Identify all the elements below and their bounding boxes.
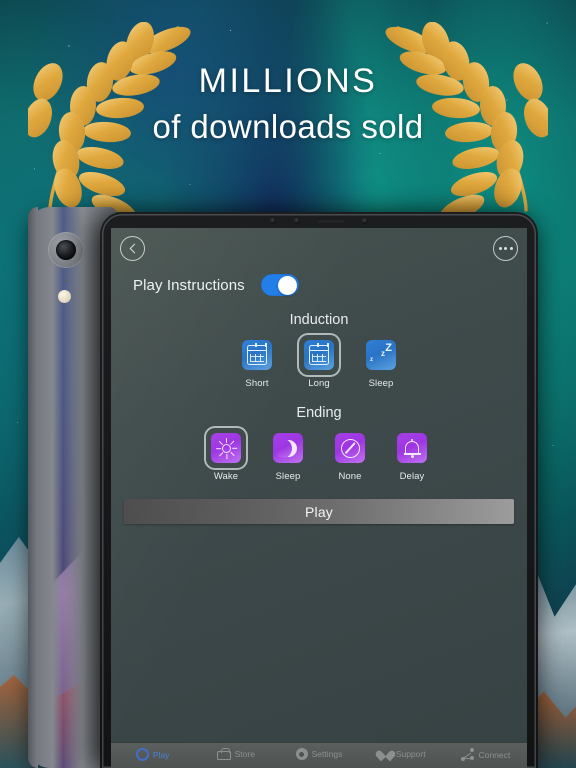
sun-icon bbox=[211, 433, 241, 463]
tab-play[interactable]: Play bbox=[111, 748, 194, 761]
hero-banner: MILLIONS of downloads sold bbox=[0, 0, 576, 212]
ending-option-sleep[interactable]: Sleep bbox=[265, 428, 311, 482]
tab-connect[interactable]: Connect bbox=[444, 748, 527, 761]
chevron-left-icon bbox=[129, 243, 139, 254]
ending-delay-label: Delay bbox=[399, 471, 425, 482]
induction-short-label: Short bbox=[245, 378, 269, 389]
front-camera-array bbox=[100, 217, 538, 225]
moon-icon bbox=[273, 433, 303, 463]
play-instructions-row: Play Instructions bbox=[111, 268, 527, 296]
camera-glass bbox=[56, 240, 76, 260]
ending-wake-label: Wake bbox=[213, 471, 239, 482]
ending-none-icon-wrap bbox=[330, 428, 370, 468]
ending-sleep-label: Sleep bbox=[275, 471, 301, 482]
tab-play-label: Play bbox=[152, 749, 170, 760]
tab-support-label: Support bbox=[395, 749, 426, 759]
tab-support[interactable]: Support bbox=[361, 748, 444, 760]
ending-delay-icon-wrap bbox=[392, 428, 432, 468]
ending-sleep-icon-wrap bbox=[268, 428, 308, 468]
play-instructions-label: Play Instructions bbox=[133, 276, 245, 294]
induction-sleep-icon-wrap: Z z z bbox=[361, 335, 401, 375]
bag-icon bbox=[216, 748, 231, 760]
induction-option-short[interactable]: Short bbox=[234, 335, 280, 389]
screenshot-stage: MILLIONS of downloads sold Play Instruct… bbox=[0, 0, 576, 768]
play-button[interactable]: Play bbox=[124, 499, 514, 524]
induction-option-long[interactable]: Long bbox=[296, 335, 342, 389]
calendar-icon bbox=[304, 340, 334, 370]
play-instructions-toggle[interactable] bbox=[260, 274, 299, 296]
app-screen: Play Instructions Induction Short Long Z… bbox=[111, 228, 527, 768]
induction-section-title: Induction bbox=[289, 312, 349, 328]
microphone-icon bbox=[64, 279, 67, 282]
hero-subtitle: of downloads sold bbox=[152, 108, 424, 145]
bottom-tab-bar: Play Store Settings Support Connect bbox=[111, 742, 527, 768]
zzz-icon: Z z z bbox=[366, 340, 396, 370]
hero-title: MILLIONS bbox=[198, 62, 378, 100]
screen-glare bbox=[111, 228, 527, 768]
no-entry-circle-icon bbox=[335, 433, 365, 463]
toggle-knob bbox=[278, 275, 298, 295]
tab-store[interactable]: Store bbox=[194, 748, 277, 760]
front-sensor-icon bbox=[294, 218, 300, 224]
ambient-sensor-icon bbox=[362, 218, 368, 224]
tab-settings[interactable]: Settings bbox=[277, 748, 360, 760]
heart-icon bbox=[379, 748, 392, 760]
ending-section-title: Ending bbox=[296, 405, 342, 421]
induction-long-label: Long bbox=[308, 378, 330, 389]
calendar-icon bbox=[242, 340, 272, 370]
ending-none-label: None bbox=[338, 471, 362, 482]
gear-icon bbox=[295, 748, 308, 760]
induction-long-icon-wrap bbox=[299, 335, 339, 375]
ipad-front-device: Play Instructions Induction Short Long Z… bbox=[100, 212, 538, 768]
app-top-bar bbox=[111, 228, 527, 268]
induction-option-sleep[interactable]: Z z z Sleep bbox=[358, 335, 404, 389]
tab-store-label: Store bbox=[234, 749, 255, 759]
front-camera-icon bbox=[270, 218, 276, 224]
ending-options-row: Wake Sleep None Delay bbox=[111, 428, 527, 482]
tab-connect-label: Connect bbox=[478, 749, 511, 760]
ending-wake-icon-wrap bbox=[206, 428, 246, 468]
share-nodes-icon bbox=[460, 748, 475, 761]
back-button[interactable] bbox=[120, 236, 145, 261]
flash-icon bbox=[58, 290, 71, 303]
ellipsis-icon bbox=[498, 247, 513, 250]
induction-short-icon-wrap bbox=[237, 335, 277, 375]
ipad-side-edge bbox=[28, 207, 38, 768]
induction-options-row: Short Long Z z z Sleep bbox=[111, 335, 527, 389]
play-circle-icon bbox=[135, 748, 149, 761]
induction-sleep-label: Sleep bbox=[368, 378, 394, 389]
ending-option-delay[interactable]: Delay bbox=[389, 428, 435, 482]
camera-lens-icon bbox=[48, 232, 84, 268]
ending-option-none[interactable]: None bbox=[327, 428, 373, 482]
more-options-button[interactable] bbox=[493, 236, 518, 261]
tab-settings-label: Settings bbox=[311, 749, 343, 759]
ending-option-wake[interactable]: Wake bbox=[203, 428, 249, 482]
bell-icon bbox=[397, 433, 427, 463]
speaker-slit bbox=[318, 219, 344, 223]
